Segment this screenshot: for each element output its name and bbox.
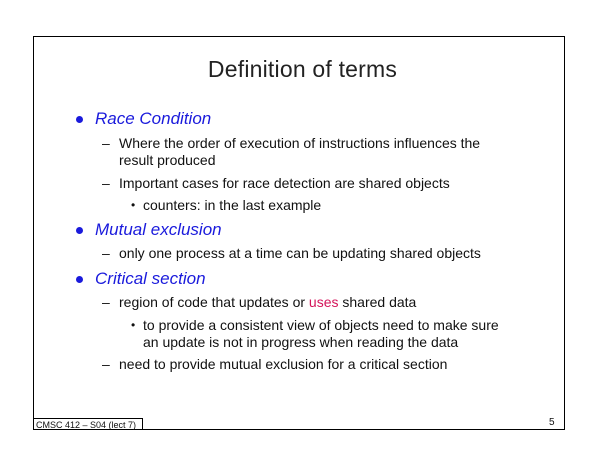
dash-icon: –	[102, 135, 110, 151]
race-item-2-sub: counters: in the last example	[143, 197, 322, 213]
race-item-2-line-1: Important cases for race detection are s…	[119, 175, 450, 191]
critical-item-1-text-before: region of code that updates or	[119, 294, 309, 310]
critical-item-2-line-1: need to provide mutual exclusion for a c…	[119, 356, 448, 372]
page-number: 5	[549, 417, 555, 428]
dash-icon: –	[102, 356, 110, 372]
dash-icon: –	[102, 294, 110, 310]
critical-item-1-highlight-uses: uses	[308, 294, 339, 310]
footer-course-label: CMSC 412 – S04 (lect 7)	[36, 420, 137, 430]
section-heading-mutual-exclusion: Mutual exclusion	[95, 220, 222, 239]
small-dot-icon: •	[131, 198, 136, 212]
bullet-dot-icon	[76, 116, 83, 123]
critical-item-1-sub-line-2: an update is not in progress when readin…	[143, 334, 459, 350]
slide-title: Definition of terms	[207, 56, 398, 82]
section-heading-race-condition: Race Condition	[95, 109, 212, 128]
mutex-item-1-line-1: only one process at a time can be updati…	[119, 245, 481, 261]
race-item-1-line-1: Where the order of execution of instruct…	[119, 135, 481, 151]
small-dot-icon: •	[131, 318, 136, 332]
bullet-dot-icon	[76, 276, 83, 283]
critical-item-1-text-after: shared data	[338, 294, 417, 310]
critical-item-1-sub-line-1: to provide a consistent view of objects …	[143, 317, 499, 333]
dash-icon: –	[102, 245, 110, 261]
critical-item-1-line-1: region of code that updates or uses shar…	[119, 294, 416, 311]
race-item-1-line-2: result produced	[119, 152, 216, 168]
section-heading-critical-section: Critical section	[95, 269, 206, 288]
bullet-dot-icon	[76, 227, 83, 234]
dash-icon: –	[102, 175, 110, 191]
